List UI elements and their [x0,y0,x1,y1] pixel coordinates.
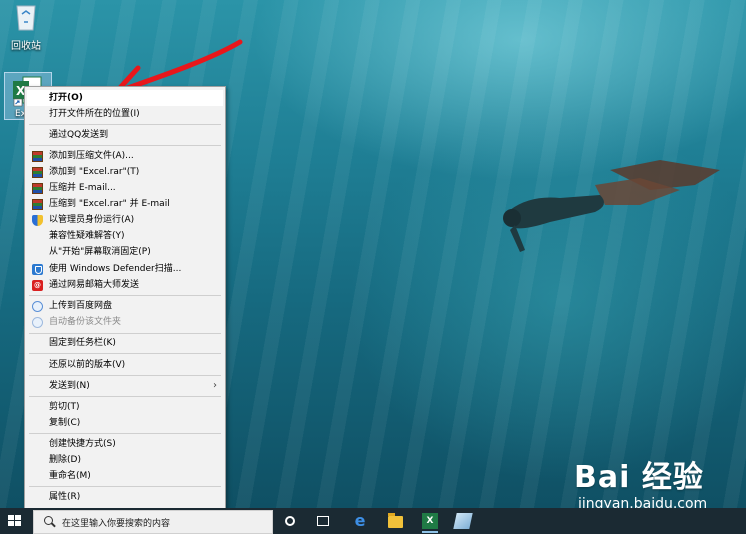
menu-item-open[interactable]: 打开(O) [27,90,223,106]
menu-separator [29,375,221,376]
menu-item-send-via-netease-mail[interactable]: @ 通过网易邮箱大师发送 [27,277,223,293]
menu-separator [29,145,221,146]
menu-item-label: 打开(O) [49,93,83,103]
menu-item-label: 通过网易邮箱大师发送 [49,280,140,290]
menu-item-label: 压缩到 "Excel.rar" 并 E-mail [49,199,170,209]
menu-item-label: 自动备份该文件夹 [49,317,122,327]
menu-item-add-to-excel-rar[interactable]: 添加到 "Excel.rar"(T) [27,164,223,180]
edge-browser-icon[interactable]: e [352,513,368,529]
menu-separator [29,333,221,334]
menu-separator [29,433,221,434]
excel-taskbar-icon[interactable]: X [422,513,438,533]
menu-item-label: 打开文件所在的位置(I) [49,109,140,119]
menu-item-label: 添加到压缩文件(A)... [49,151,134,161]
menu-item-label: 压缩并 E-mail... [49,183,116,193]
search-placeholder: 在这里输入你要搜索的内容 [62,519,171,529]
windows-ink-icon[interactable] [453,513,473,529]
menu-item-label: 剪切(T) [49,402,80,412]
menu-item-unpin-from-start[interactable]: 从"开始"屏幕取消固定(P) [27,244,223,260]
menu-item-run-as-admin[interactable]: 以管理员身份运行(A) [27,212,223,228]
task-view-icon[interactable] [317,516,329,526]
menu-item-add-to-archive[interactable]: 添加到压缩文件(A)... [27,148,223,164]
baidu-netdisk-icon [32,317,43,328]
menu-item-send-via-qq[interactable]: 通过QQ发送到 [27,127,223,143]
windows-logo-icon-part [15,515,21,520]
menu-item-label: 从"开始"屏幕取消固定(P) [49,247,151,257]
menu-item-send-to[interactable]: 发送到(N) › [27,378,223,394]
menu-separator [29,124,221,125]
taskbar: 在这里输入你要搜索的内容 e X [0,508,746,534]
menu-item-label: 兼容性疑难解答(Y) [49,231,125,241]
winrar-icon [32,151,43,162]
recycle-bin-label: 回收站 [11,41,41,52]
watermark-logo: Bai 经验 [574,460,704,495]
menu-item-create-shortcut[interactable]: 创建快捷方式(S) [27,436,223,452]
menu-separator [29,486,221,487]
windows-logo-icon-part [8,521,14,526]
winrar-icon [32,183,43,194]
menu-item-rename[interactable]: 重命名(M) [27,468,223,484]
uac-shield-icon [32,215,43,226]
menu-item-label: 还原以前的版本(V) [49,360,126,370]
submenu-arrow-icon: › [213,380,217,391]
menu-item-label: 重命名(M) [49,471,91,481]
windows-logo-icon-part [15,521,21,526]
menu-item-open-file-location[interactable]: 打开文件所在的位置(I) [27,106,223,122]
menu-item-scan-with-defender[interactable]: 使用 Windows Defender扫描... [27,261,223,277]
recycle-bin[interactable]: 回收站 [4,2,48,52]
menu-item-label: 发送到(N) [49,381,90,391]
menu-item-label: 创建快捷方式(S) [49,439,116,449]
winrar-icon [32,199,43,210]
menu-separator [29,353,221,354]
menu-item-delete[interactable]: 删除(D) [27,452,223,468]
recycle-bin-icon [16,5,36,31]
menu-item-label: 通过QQ发送到 [49,130,109,140]
menu-item-properties[interactable]: 属性(R) [27,489,223,505]
menu-item-label: 属性(R) [49,492,81,502]
baidu-jingyan-watermark: Bai 经验 jingyan.baidu.com [574,452,707,512]
taskbar-search-box[interactable]: 在这里输入你要搜索的内容 [33,510,273,534]
menu-item-label: 添加到 "Excel.rar"(T) [49,167,140,177]
menu-item-cut[interactable]: 剪切(T) [27,399,223,415]
menu-item-compress-to-rar-and-email[interactable]: 压缩到 "Excel.rar" 并 E-mail [27,196,223,212]
windows-defender-icon [32,264,43,275]
menu-item-label: 使用 Windows Defender扫描... [49,264,182,274]
menu-item-compress-and-email[interactable]: 压缩并 E-mail... [27,180,223,196]
menu-item-pin-to-taskbar[interactable]: 固定到任务栏(K) [27,335,223,351]
winrar-icon [32,167,43,178]
menu-item-troubleshoot-compatibility[interactable]: 兼容性疑难解答(Y) [27,228,223,244]
context-menu: 打开(O) 打开文件所在的位置(I) 通过QQ发送到 添加到压缩文件(A)...… [24,86,226,512]
diver-illustration [503,160,720,252]
netease-mail-icon: @ [32,280,43,291]
start-button[interactable] [8,515,22,527]
menu-item-label: 固定到任务栏(K) [49,338,116,348]
cortana-icon[interactable] [285,516,295,526]
menu-item-label: 复制(C) [49,418,81,428]
menu-item-auto-backup-folder: 自动备份该文件夹 [27,314,223,330]
file-explorer-icon[interactable] [388,513,403,528]
menu-separator [29,396,221,397]
menu-item-label: 上传到百度网盘 [49,301,113,311]
search-icon [44,516,53,525]
menu-item-label: 以管理员身份运行(A) [49,215,135,225]
menu-item-restore-previous-versions[interactable]: 还原以前的版本(V) [27,357,223,373]
menu-item-upload-baidu-netdisk[interactable]: 上传到百度网盘 [27,298,223,314]
menu-item-label: 删除(D) [49,455,81,465]
baidu-netdisk-icon [32,301,43,312]
menu-separator [29,295,221,296]
menu-item-copy[interactable]: 复制(C) [27,415,223,431]
windows-logo-icon [8,515,14,520]
